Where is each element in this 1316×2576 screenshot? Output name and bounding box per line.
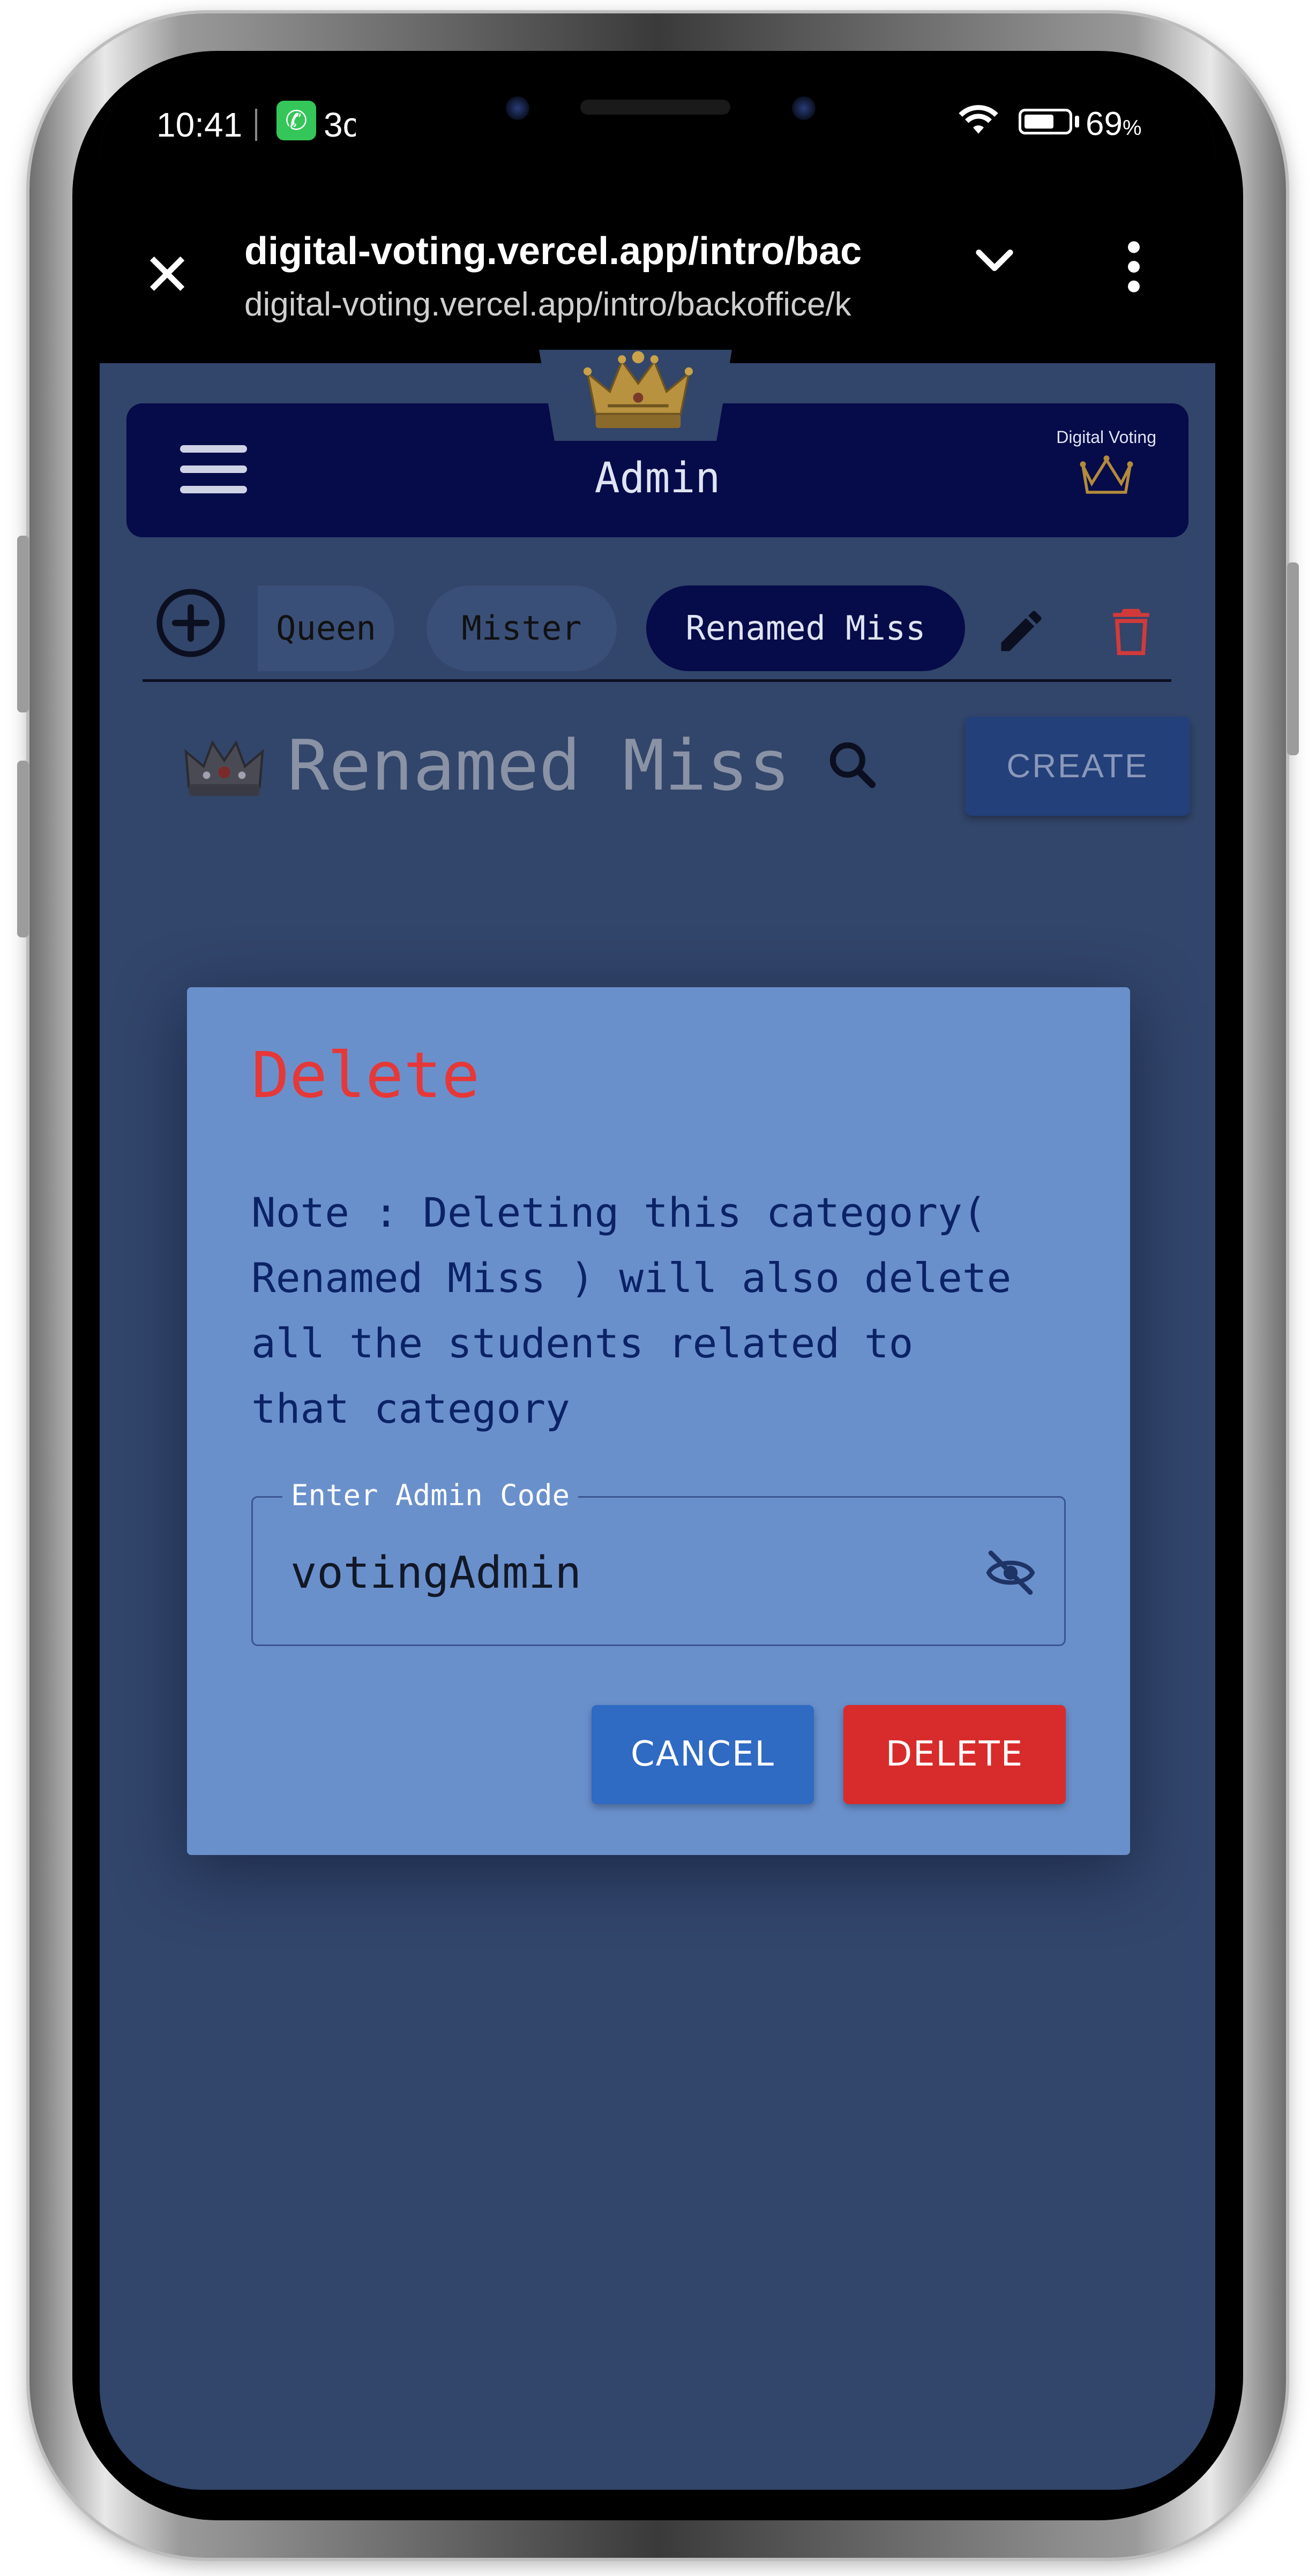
category-tabs: Queen Mister Renamed Miss <box>100 564 1215 671</box>
delete-button[interactable]: DELETE <box>843 1705 1066 1804</box>
call-icon: ✆ <box>276 101 316 140</box>
battery-fill <box>1025 115 1053 129</box>
browser-url[interactable]: digital-voting.vercel.app/intro/backoffi… <box>244 286 919 324</box>
call-indicator-text: 3c <box>324 106 356 144</box>
tabs-divider <box>143 679 1171 682</box>
admin-code-input[interactable] <box>290 1541 933 1605</box>
front-sensor <box>792 96 816 120</box>
close-icon[interactable]: ✕ <box>143 245 192 304</box>
status-bar: 10:41 ✆ 3c 69% <box>100 58 1215 202</box>
crown-icon <box>184 740 264 796</box>
delete-dialog: Delete Note : Deleting this category( Re… <box>187 987 1130 1855</box>
crown-logo-icon <box>584 351 693 429</box>
browser-page-title[interactable]: digital-voting.vercel.app/intro/bac <box>244 229 919 273</box>
create-button[interactable]: CREATE <box>965 717 1190 816</box>
admin-code-label: Enter Admin Code <box>282 1478 579 1512</box>
add-category-icon[interactable] <box>153 585 228 660</box>
search-icon[interactable] <box>823 735 882 794</box>
admin-code-field: Enter Admin Code <box>251 1478 1066 1646</box>
earpiece-speaker <box>580 100 730 115</box>
phone-screen: 10:41 ✆ 3c 69% ✕ digital-voting.vercel.a… <box>100 58 1215 2490</box>
more-vert-icon[interactable] <box>1118 237 1150 296</box>
visibility-off-icon[interactable] <box>984 1549 1037 1597</box>
front-camera <box>506 96 529 120</box>
dialog-title: Delete <box>251 1038 480 1112</box>
dialog-message: Note : Deleting this category( Renamed M… <box>251 1189 1012 1432</box>
crown-icon <box>1080 455 1133 494</box>
status-time: 10:41 <box>156 106 243 144</box>
cancel-button[interactable]: CANCEL <box>592 1705 814 1804</box>
battery-percent: 69% <box>1086 106 1142 142</box>
browser-toolbar: ✕ digital-voting.vercel.app/intro/bac di… <box>100 202 1215 363</box>
brand-name: Digital Voting <box>1056 427 1156 447</box>
tab-mister[interactable]: Mister <box>427 585 617 671</box>
chevron-down-icon[interactable] <box>968 235 1021 288</box>
category-title: Renamed Miss <box>287 725 791 806</box>
delete-icon[interactable] <box>1107 602 1155 660</box>
wifi-icon <box>959 105 998 134</box>
tab-queen[interactable]: Queen <box>258 585 394 671</box>
phone-side-button <box>1287 562 1299 755</box>
edit-icon[interactable] <box>995 604 1048 658</box>
page-title: Admin <box>594 454 721 502</box>
battery-tip <box>1075 116 1079 127</box>
status-separator <box>255 109 257 141</box>
phone-side-button <box>17 761 29 937</box>
brand-logo: Digital Voting <box>1056 427 1156 501</box>
battery-icon <box>1019 109 1072 134</box>
tab-renamed-miss[interactable]: Renamed Miss <box>646 585 965 671</box>
phone-side-button <box>17 536 29 712</box>
